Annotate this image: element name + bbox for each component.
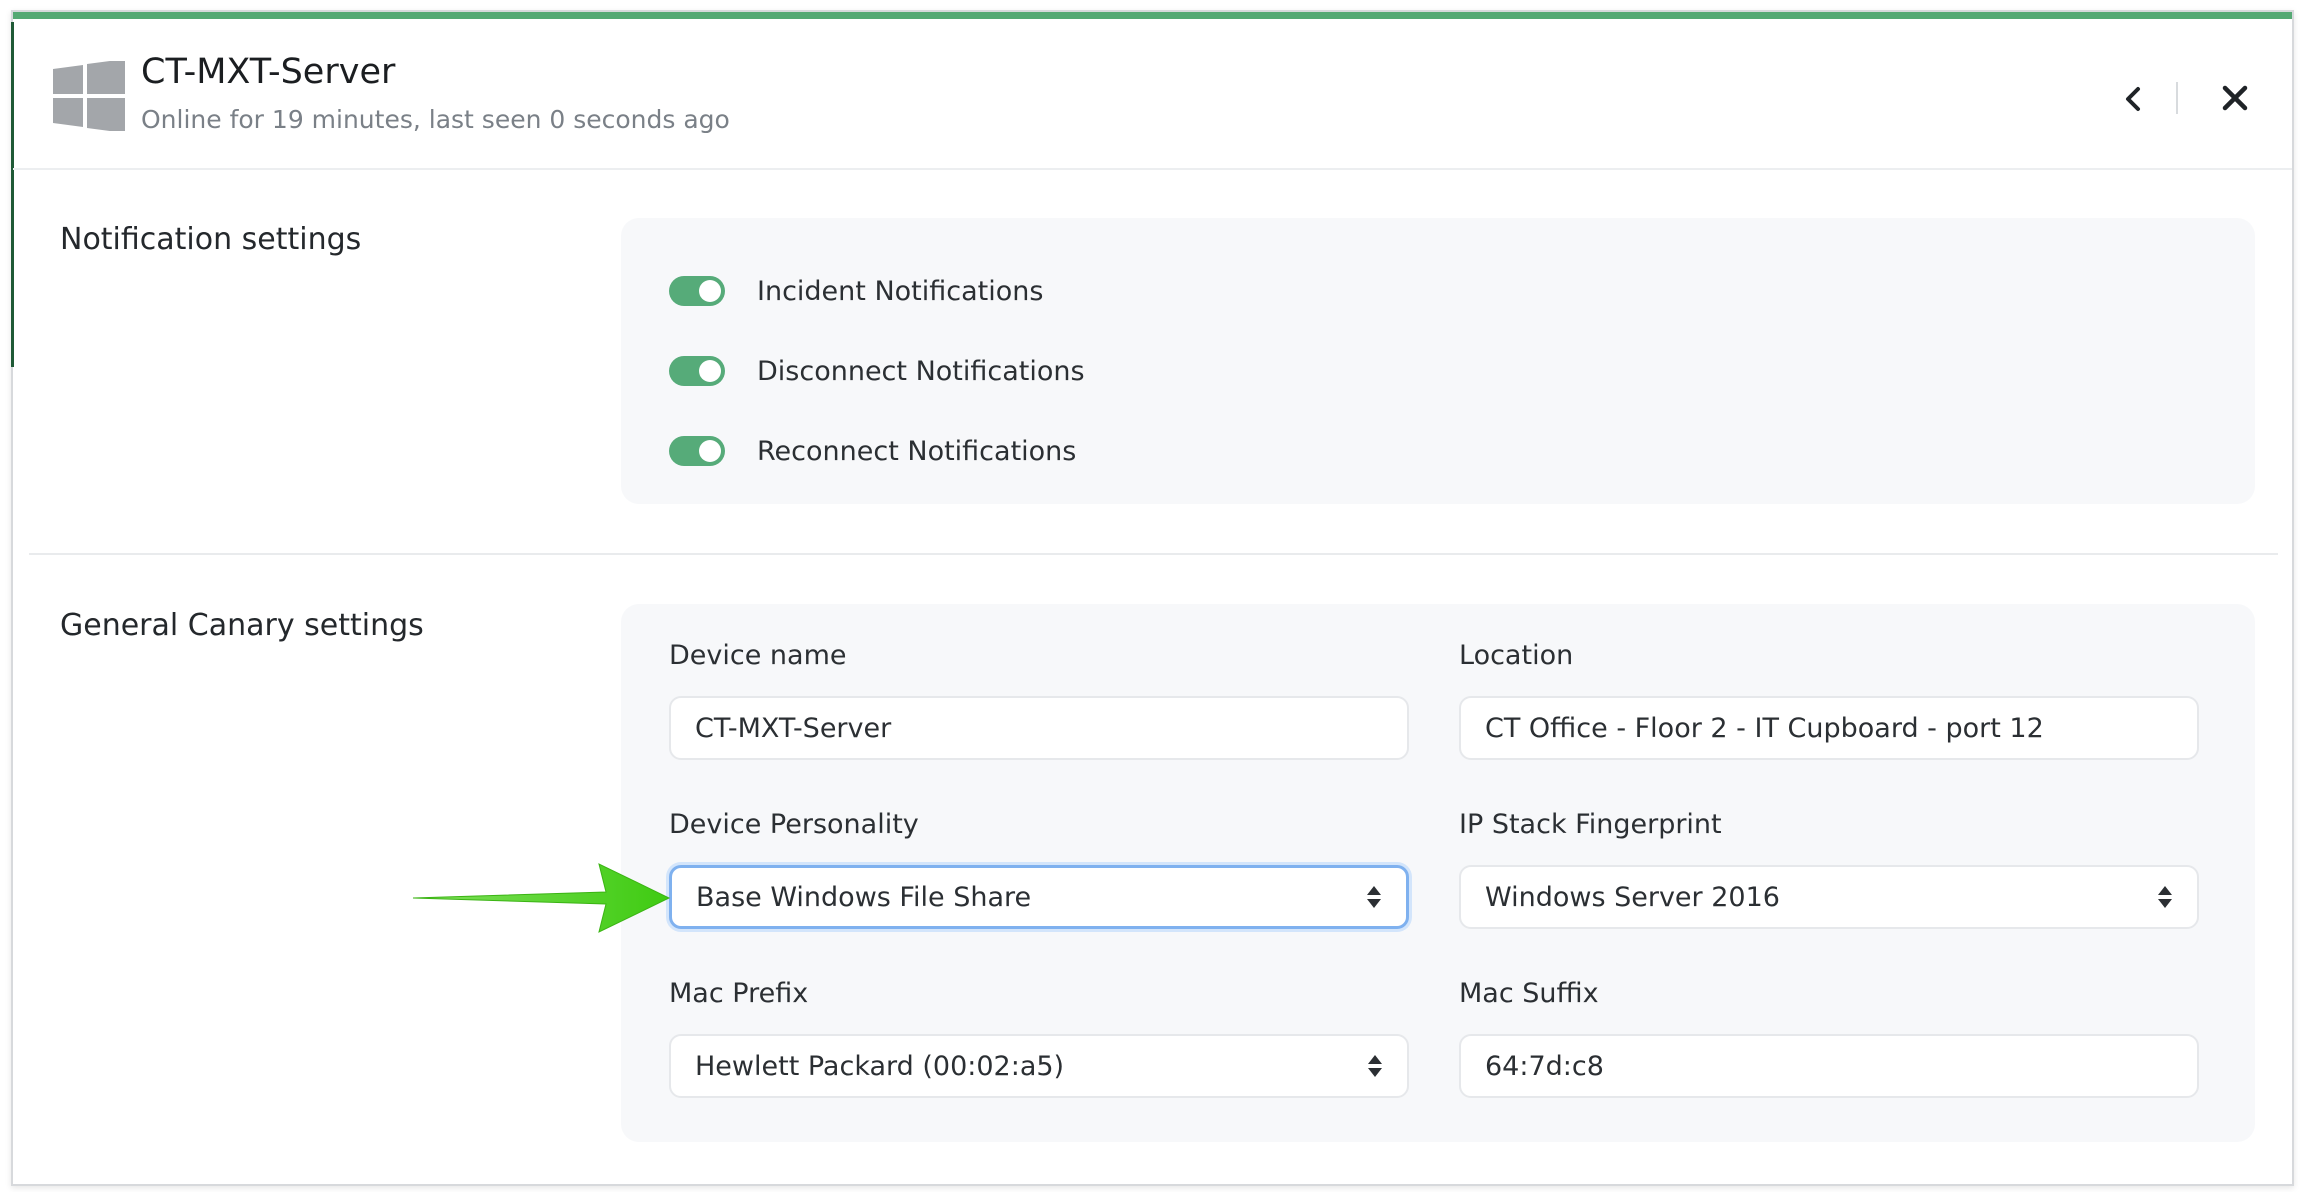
toggle-knob (699, 360, 721, 382)
device-name-label: Device name (669, 640, 847, 671)
mac-prefix-label: Mac Prefix (669, 978, 809, 1009)
windows-logo-icon (53, 61, 125, 131)
device-header: CT-MXT-Server Online for 19 minutes, las… (13, 19, 2292, 170)
location-value: CT Office - Floor 2 - IT Cupboard - port… (1485, 712, 2044, 744)
toggle-label: Reconnect Notifications (757, 435, 1077, 467)
close-button[interactable] (2213, 75, 2257, 121)
device-name-value: CT-MXT-Server (695, 712, 892, 744)
device-personality-label: Device Personality (669, 809, 919, 840)
disconnect-notifications-toggle[interactable]: Disconnect Notifications (669, 351, 1085, 391)
select-updown-icon (1367, 886, 1381, 908)
mac-suffix-input[interactable]: 64:7d:c8 (1459, 1034, 2199, 1098)
toggle-switch[interactable] (669, 356, 725, 386)
toggle-label: Incident Notifications (757, 275, 1044, 307)
select-updown-icon (1368, 1055, 1382, 1077)
device-personality-value: Base Windows File Share (696, 881, 1032, 913)
device-status-text: Online for 19 minutes, last seen 0 secon… (141, 105, 730, 134)
toggle-switch[interactable] (669, 276, 725, 306)
header-divider (2176, 82, 2178, 114)
ip-stack-fingerprint-value: Windows Server 2016 (1485, 881, 1780, 913)
toggle-knob (699, 440, 721, 462)
close-icon (2222, 85, 2248, 111)
mac-suffix-label: Mac Suffix (1459, 978, 1599, 1009)
notification-settings-title: Notification settings (60, 222, 362, 257)
toggle-switch[interactable] (669, 436, 725, 466)
general-settings-panel: Device name CT-MXT-Server Location CT Of… (621, 604, 2255, 1142)
ip-stack-fingerprint-select[interactable]: Windows Server 2016 (1459, 865, 2199, 929)
mac-prefix-value: Hewlett Packard (00:02:a5) (695, 1050, 1065, 1082)
chevron-left-icon (2126, 87, 2140, 111)
notification-settings-panel: Incident Notifications Disconnect Notifi… (621, 218, 2255, 504)
mac-prefix-select[interactable]: Hewlett Packard (00:02:a5) (669, 1034, 1409, 1098)
device-settings-window: CT-MXT-Server Online for 19 minutes, las… (11, 10, 2294, 1186)
location-input[interactable]: CT Office - Floor 2 - IT Cupboard - port… (1459, 696, 2199, 760)
toggle-label: Disconnect Notifications (757, 355, 1085, 387)
section-divider (29, 553, 2278, 555)
green-arrow-icon (412, 863, 671, 933)
back-button[interactable] (2113, 77, 2153, 121)
general-settings-title: General Canary settings (60, 608, 424, 643)
screenshot: CT-MXT-Server Online for 19 minutes, las… (0, 0, 2300, 1192)
mac-suffix-value: 64:7d:c8 (1485, 1050, 1604, 1082)
location-label: Location (1459, 640, 1574, 671)
ip-stack-fingerprint-label: IP Stack Fingerprint (1459, 809, 1722, 840)
status-accent-bar (13, 12, 2292, 19)
toggle-knob (699, 280, 721, 302)
incident-notifications-toggle[interactable]: Incident Notifications (669, 271, 1043, 311)
reconnect-notifications-toggle[interactable]: Reconnect Notifications (669, 431, 1076, 471)
select-updown-icon (2158, 886, 2172, 908)
device-personality-select[interactable]: Base Windows File Share (669, 865, 1409, 929)
device-title: CT-MXT-Server (141, 52, 396, 92)
device-name-input[interactable]: CT-MXT-Server (669, 696, 1409, 760)
